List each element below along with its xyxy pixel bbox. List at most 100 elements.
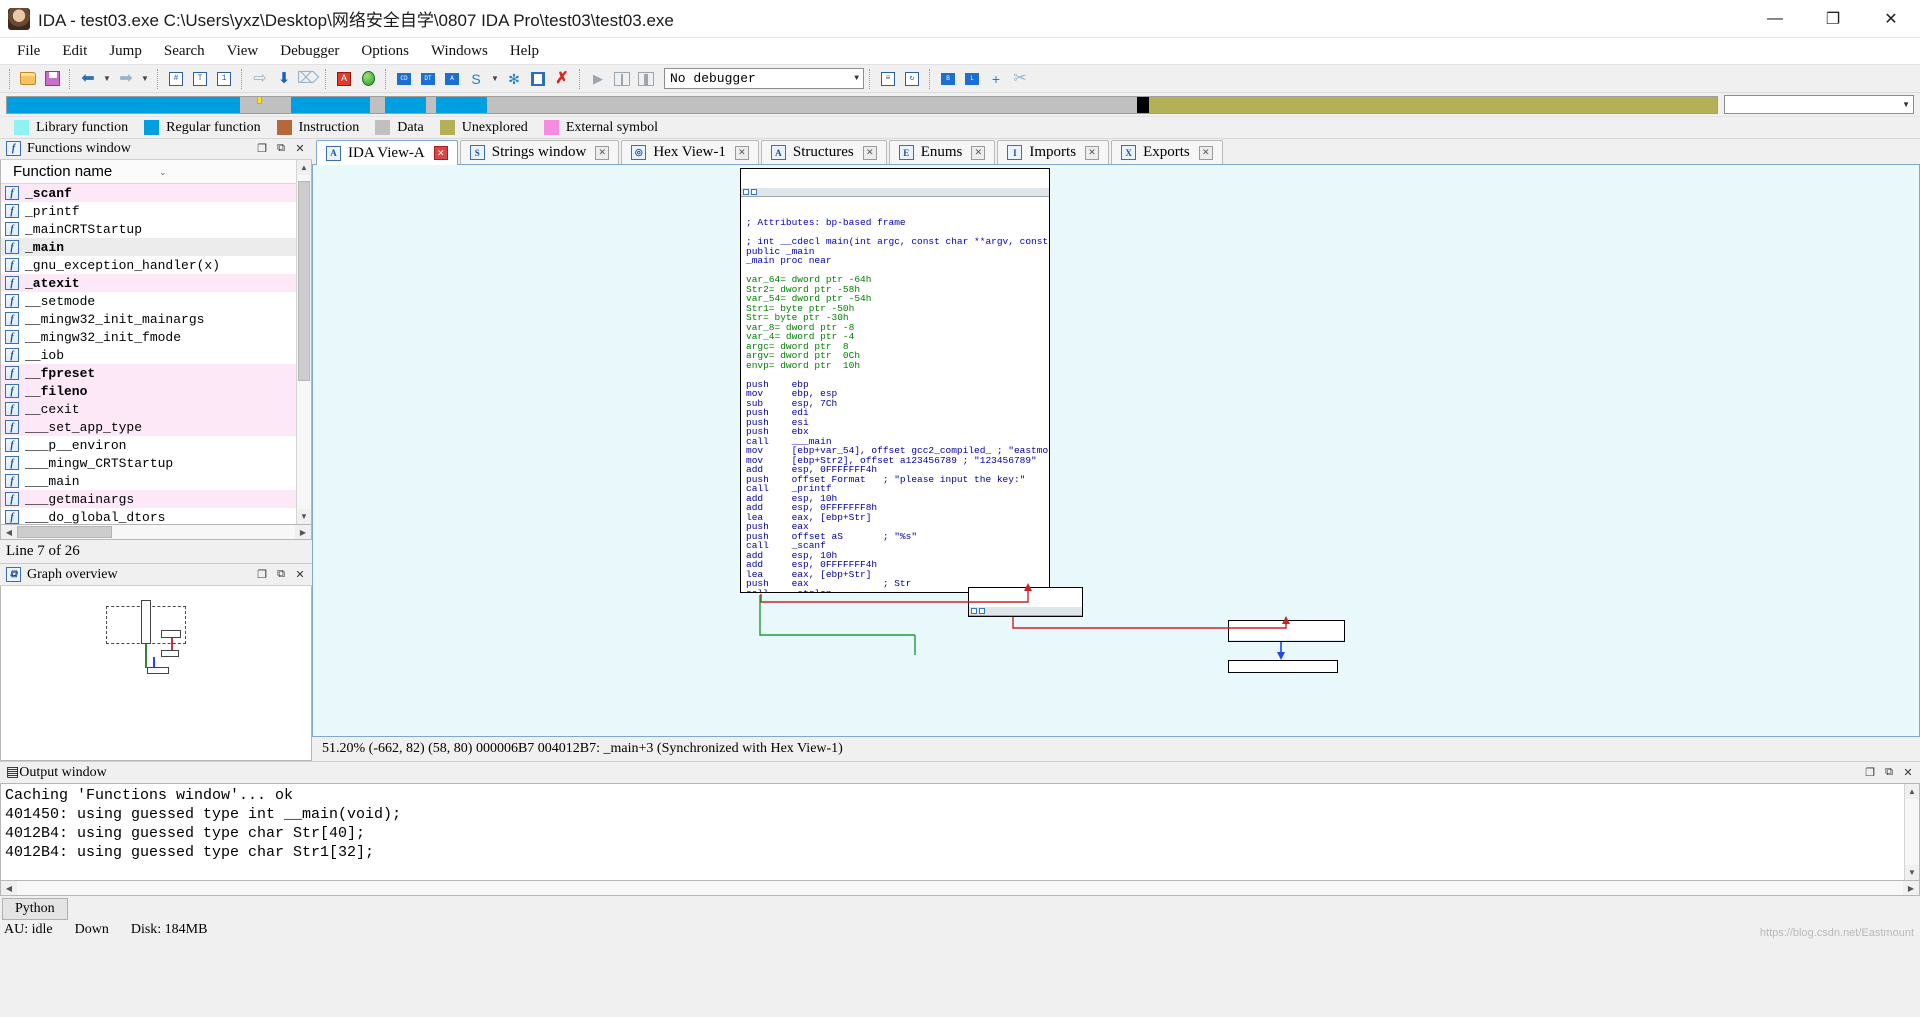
block-close-icon[interactable]: [751, 189, 757, 195]
minimize-button[interactable]: —: [1746, 0, 1804, 38]
function-list-row[interactable]: f __iob: [1, 346, 296, 364]
function-list-row[interactable]: f __fpreset: [1, 364, 296, 383]
scroll-track-h[interactable]: [17, 881, 1903, 895]
tab-close-icon[interactable]: ✕: [1198, 145, 1213, 160]
function-list-row[interactable]: f __cexit: [1, 400, 296, 419]
tab-close-icon[interactable]: ✕: [595, 145, 610, 160]
tab-exports[interactable]: X Exports ✕: [1111, 140, 1223, 164]
menu-item-edit[interactable]: Edit: [51, 40, 98, 63]
menu-item-view[interactable]: View: [216, 40, 270, 63]
menu-item-debugger[interactable]: Debugger: [269, 40, 350, 63]
scroll-thumb-h[interactable]: [17, 526, 112, 539]
scroll-track[interactable]: [297, 174, 311, 510]
function-list-row[interactable]: f __fileno: [1, 382, 296, 401]
forward-dropdown-icon[interactable]: ▼: [139, 68, 151, 90]
search-immediate-icon[interactable]: 1: [213, 68, 235, 90]
tab-structures[interactable]: A Structures ✕: [760, 140, 887, 164]
menu-item-options[interactable]: Options: [350, 40, 420, 63]
navigation-band[interactable]: [6, 95, 1718, 114]
no-search-icon[interactable]: ⌦: [297, 68, 320, 90]
function-list-row[interactable]: f ___mingw_CRTStartup: [1, 454, 296, 472]
menu-item-windows[interactable]: Windows: [420, 40, 499, 63]
save-file-icon[interactable]: [41, 68, 63, 90]
tab-hex-view-1[interactable]: ◎ Hex View-1 ✕: [621, 140, 759, 164]
search-hex-icon[interactable]: #: [165, 68, 187, 90]
ida-graph-view[interactable]: ; Attributes: bp-based frame ; int __cde…: [312, 165, 1920, 737]
functions-vertical-scrollbar[interactable]: ▲ ▼: [296, 159, 311, 525]
block-close-icon[interactable]: [979, 608, 985, 614]
bookmark-add-icon[interactable]: B: [937, 68, 959, 90]
graph-block-b[interactable]: cmp [ebp+var_8], 0Ahjg short loc_401314: [968, 587, 1083, 617]
jump-down-icon[interactable]: ⬇: [273, 68, 295, 90]
python-tab[interactable]: Python: [2, 898, 68, 920]
function-list-row[interactable]: f __mingw32_init_fmode: [1, 328, 296, 346]
float-icon[interactable]: ⧉: [1881, 765, 1897, 781]
tab-close-icon[interactable]: ✕: [734, 145, 749, 160]
run-to-cursor-icon[interactable]: [357, 68, 379, 90]
scroll-thumb[interactable]: [298, 180, 310, 381]
function-list-row[interactable]: f ___getmainargs: [1, 490, 296, 509]
bookmark-list-icon[interactable]: L: [961, 68, 983, 90]
maximize-button[interactable]: ❐: [1804, 0, 1862, 38]
tab-strings-window[interactable]: S Strings window ✕: [459, 140, 620, 164]
block-menu-icon[interactable]: [743, 189, 749, 195]
make-code-icon[interactable]: CD: [393, 68, 415, 90]
functions-column-header[interactable]: Function name ⌄: [1, 159, 296, 185]
function-list-row[interactable]: f ___main: [1, 472, 296, 490]
stop-debugger-icon[interactable]: ❚: [635, 68, 657, 90]
output-horizontal-scrollbar[interactable]: ◀ ▶: [0, 881, 1920, 896]
function-list-row[interactable]: f ___p__environ: [1, 436, 296, 454]
open-file-icon[interactable]: [17, 68, 39, 90]
graph-block-d[interactable]: [1228, 660, 1338, 673]
function-list-row[interactable]: f _scanf: [1, 184, 296, 203]
function-list-row[interactable]: f _gnu_exception_handler(x): [1, 256, 296, 274]
close-icon[interactable]: ✕: [1900, 765, 1916, 781]
back-dropdown-icon[interactable]: ▼: [101, 68, 113, 90]
back-nav-icon[interactable]: ⬅: [77, 68, 99, 90]
function-list-row[interactable]: f _main: [1, 238, 296, 257]
functions-horizontal-scrollbar[interactable]: ◀ ▶: [0, 525, 312, 541]
restore-icon[interactable]: ❐: [254, 141, 270, 157]
make-struct-dropdown-icon[interactable]: ▼: [489, 68, 501, 90]
function-list-row[interactable]: f __mingw32_init_mainargs: [1, 310, 296, 328]
tab-ida-view-a[interactable]: A IDA View-A ✕: [316, 140, 458, 165]
close-icon[interactable]: ✕: [292, 567, 308, 583]
tab-enums[interactable]: E Enums ✕: [888, 140, 996, 164]
close-icon[interactable]: ✕: [292, 141, 308, 157]
scroll-left-icon[interactable]: ◀: [1, 525, 17, 539]
make-unexplored-icon[interactable]: ✻: [503, 68, 525, 90]
menu-item-help[interactable]: Help: [499, 40, 550, 63]
function-list-row[interactable]: f ___do_global_dtors: [1, 508, 296, 525]
output-vertical-scrollbar[interactable]: ▲ ▼: [1904, 784, 1919, 880]
tab-close-icon[interactable]: ✕: [1085, 145, 1100, 160]
scroll-left-icon[interactable]: ◀: [1, 881, 17, 895]
make-ascii-icon[interactable]: A: [441, 68, 463, 90]
float-icon[interactable]: ⧉: [273, 141, 289, 157]
make-data-icon[interactable]: DT: [417, 68, 439, 90]
scroll-right-icon[interactable]: ▶: [295, 525, 311, 539]
scroll-right-icon[interactable]: ▶: [1903, 881, 1919, 895]
function-list-row[interactable]: f __setmode: [1, 292, 296, 310]
output-window-body[interactable]: Caching 'Functions window'... ok 401450: …: [0, 783, 1920, 881]
navband-jump-select[interactable]: ▼: [1724, 95, 1914, 114]
forward-nav-icon[interactable]: ➡: [115, 68, 137, 90]
refresh-view-icon[interactable]: ↻: [901, 68, 923, 90]
edit-function-icon[interactable]: [527, 68, 549, 90]
warning-marker-icon[interactable]: A: [333, 68, 355, 90]
tab-close-icon[interactable]: ✕: [433, 146, 448, 160]
scroll-track[interactable]: [1905, 799, 1919, 865]
undefine-icon[interactable]: ✗: [551, 68, 573, 90]
tab-close-icon[interactable]: ✕: [971, 145, 986, 160]
scroll-up-icon[interactable]: ▲: [297, 159, 311, 175]
tab-imports[interactable]: I Imports ✕: [997, 140, 1110, 164]
debugger-select[interactable]: No debugger ▼: [664, 68, 864, 89]
binary-search-icon[interactable]: ⇨: [249, 68, 271, 90]
function-list-row[interactable]: f _printf: [1, 202, 296, 220]
pause-debugger-icon[interactable]: ❙: [611, 68, 633, 90]
scroll-up-icon[interactable]: ▲: [1905, 784, 1919, 799]
function-list-row[interactable]: f ___set_app_type: [1, 418, 296, 437]
function-list-row[interactable]: f _atexit: [1, 274, 296, 293]
breakpoint-add-icon[interactable]: +: [985, 68, 1007, 90]
search-text-icon[interactable]: T: [189, 68, 211, 90]
sync-view-icon[interactable]: ≡: [877, 68, 899, 90]
